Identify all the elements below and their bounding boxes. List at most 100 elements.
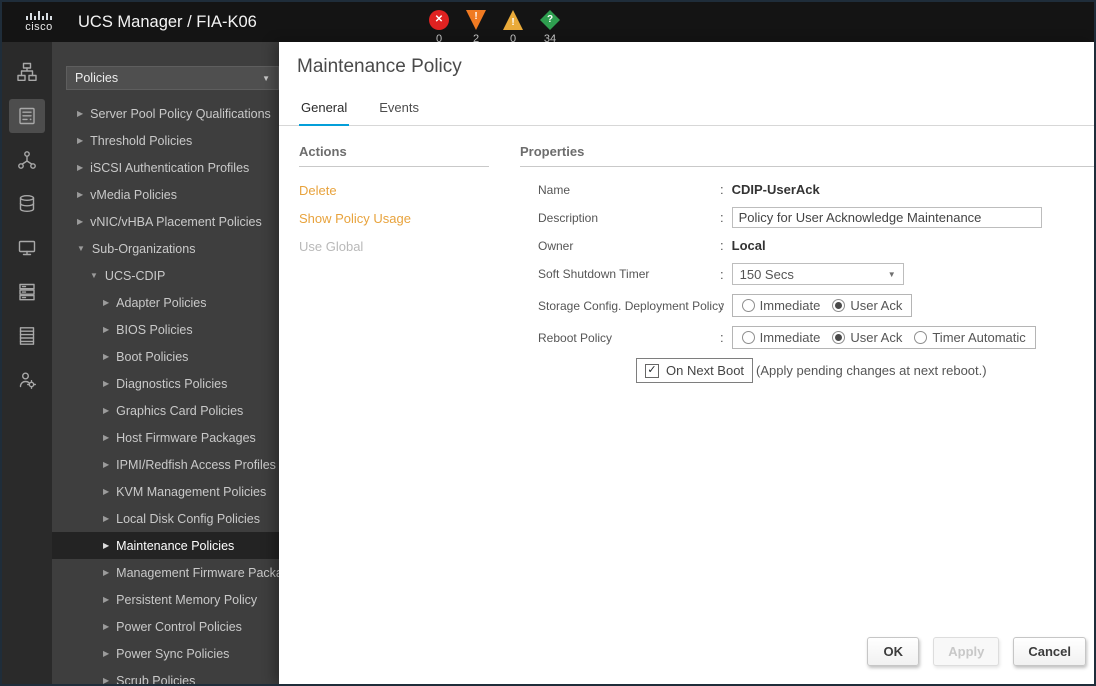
chevron-right-icon[interactable]: ▶ [103, 595, 109, 604]
tree-item-label: IPMI/Redfish Access Profiles [116, 457, 276, 472]
tree-item-maintenance-policies[interactable]: ▶ Maintenance Policies [52, 532, 279, 559]
tree-item-label: Graphics Card Policies [116, 403, 244, 418]
radio-icon [914, 331, 928, 344]
chevron-right-icon[interactable]: ▶ [103, 406, 109, 415]
name-row: Name : CDIP-UserAck [538, 181, 1094, 198]
actions-section: Actions Delete Show Policy Usage Use Glo… [299, 144, 520, 392]
tree-item-kvm-management-policies[interactable]: ▶ KVM Management Policies [52, 478, 279, 505]
critical-fault-icon[interactable]: ✕ [429, 10, 449, 30]
description-row: Description : [538, 207, 1094, 228]
delete-link[interactable]: Delete [299, 183, 520, 198]
tree-item-label: Diagnostics Policies [116, 376, 228, 391]
checkbox-icon[interactable]: ✓ [645, 363, 659, 378]
nav-san-icon[interactable] [9, 187, 45, 221]
colon: : [720, 238, 724, 253]
properties-section: Properties Name : CDIP-UserAck Descripti… [520, 144, 1094, 392]
colon: : [720, 182, 724, 197]
chevron-right-icon[interactable]: ▶ [103, 622, 109, 631]
chevron-right-icon[interactable]: ▶ [77, 190, 83, 199]
chevron-right-icon[interactable]: ▶ [103, 352, 109, 361]
on-next-boot-checkbox[interactable]: ✓ On Next Boot [636, 358, 754, 383]
radio-option-immediate[interactable]: Immediate [741, 330, 820, 345]
tree-item-management-firmware-packages[interactable]: ▶ Management Firmware Packages [52, 559, 279, 586]
tree-item-local-disk-config-policies[interactable]: ▶ Local Disk Config Policies [52, 505, 279, 532]
tree-item-ucs-cdip[interactable]: ▼ UCS-CDIP [52, 262, 279, 289]
chevron-right-icon[interactable]: ▶ [103, 460, 109, 469]
chevron-right-icon[interactable]: ▶ [77, 217, 83, 226]
chevron-right-icon[interactable]: ▶ [103, 379, 109, 388]
description-input[interactable] [731, 207, 1042, 228]
tree-item-scrub-policies[interactable]: ▶ Scrub Policies [52, 667, 279, 685]
reboot-policy-label: Reboot Policy [538, 330, 613, 345]
tree-item-boot-policies[interactable]: ▶ Boot Policies [52, 343, 279, 370]
tree-item-label: iSCSI Authentication Profiles [90, 160, 250, 175]
nav-chassis-icon[interactable] [9, 319, 45, 353]
nav-servers-icon[interactable] [9, 99, 45, 133]
soft-shutdown-timer-select[interactable]: 150 Secs ▼ [731, 263, 904, 285]
major-fault-icon[interactable]: ! [466, 10, 486, 30]
chevron-right-icon[interactable]: ▶ [77, 163, 83, 172]
owner-row: Owner : Local [538, 237, 1094, 254]
chevron-right-icon[interactable]: ▶ [103, 649, 109, 658]
tab-events[interactable]: Events [377, 94, 421, 125]
tree-item-label: Power Sync Policies [116, 646, 230, 661]
tree-item-label: vNIC/vHBA Placement Policies [90, 214, 262, 229]
chevron-down-icon[interactable]: ▼ [90, 271, 98, 280]
chevron-right-icon[interactable]: ▶ [103, 541, 109, 550]
tab-general[interactable]: General [299, 94, 350, 126]
properties-rows: Name : CDIP-UserAck Description : Owner … [520, 167, 1094, 383]
chevron-right-icon[interactable]: ▶ [103, 298, 109, 307]
colon: : [720, 298, 724, 313]
name-value: CDIP-UserAck [731, 182, 820, 197]
tree-item-power-sync-policies[interactable]: ▶ Power Sync Policies [52, 640, 279, 667]
maintenance-policy-dialog: Maintenance Policy General Events Action… [279, 42, 1094, 684]
ok-button[interactable]: OK [867, 637, 920, 666]
chevron-right-icon[interactable]: ▶ [103, 514, 109, 523]
nav-lan-icon[interactable] [9, 143, 45, 177]
chevron-right-icon[interactable]: ▶ [103, 676, 109, 684]
radio-option-user-ack[interactable]: User Ack [832, 298, 902, 313]
chevron-down-icon[interactable]: ▼ [77, 244, 85, 253]
tree-item-vnic-vhba-placement-policies[interactable]: ▶ vNIC/vHBA Placement Policies [52, 208, 279, 235]
nav-equipment-icon[interactable] [9, 55, 45, 89]
nav-storage-icon[interactable] [9, 275, 45, 309]
policies-filter-dropdown[interactable]: Policies ▼ [66, 66, 279, 90]
tree-item-label: Local Disk Config Policies [116, 511, 260, 526]
tree-item-diagnostics-policies[interactable]: ▶ Diagnostics Policies [52, 370, 279, 397]
owner-label: Owner [538, 238, 574, 253]
radio-option-timer-automatic[interactable]: Timer Automatic [914, 330, 1026, 345]
tree-item-threshold-policies[interactable]: ▶ Threshold Policies [52, 127, 279, 154]
info-fault-icon[interactable]: ? [540, 10, 560, 30]
tree-item-graphics-card-policies[interactable]: ▶ Graphics Card Policies [52, 397, 279, 424]
tree-item-ipmi-redfish-access-profiles[interactable]: ▶ IPMI/Redfish Access Profiles [52, 451, 279, 478]
use-global-link: Use Global [299, 239, 364, 254]
tree-item-host-firmware-packages[interactable]: ▶ Host Firmware Packages [52, 424, 279, 451]
soft-shutdown-timer-value: 150 Secs [739, 266, 794, 282]
apply-button[interactable]: Apply [933, 637, 1000, 666]
tree-item-server-pool-policy-qualifications[interactable]: ▶ Server Pool Policy Qualifications [52, 100, 279, 127]
tree-item-bios-policies[interactable]: ▶ BIOS Policies [52, 316, 279, 343]
tree-item-sub-organizations[interactable]: ▼ Sub-Organizations [52, 235, 279, 262]
chevron-right-icon[interactable]: ▶ [103, 568, 109, 577]
chevron-right-icon[interactable]: ▶ [77, 136, 83, 145]
tree-item-persistent-memory-policy[interactable]: ▶ Persistent Memory Policy [52, 586, 279, 613]
cisco-logo: cisco [14, 11, 64, 33]
nav-vm-icon[interactable] [9, 231, 45, 265]
tree-item-adapter-policies[interactable]: ▶ Adapter Policies [52, 289, 279, 316]
tree-item-iscsi-authentication-profiles[interactable]: ▶ iSCSI Authentication Profiles [52, 154, 279, 181]
cancel-button[interactable]: Cancel [1013, 637, 1086, 666]
tree-item-power-control-policies[interactable]: ▶ Power Control Policies [52, 613, 279, 640]
tree-item-vmedia-policies[interactable]: ▶ vMedia Policies [52, 181, 279, 208]
radio-selected-icon [832, 331, 846, 344]
nav-admin-icon[interactable] [9, 363, 45, 397]
chevron-right-icon[interactable]: ▶ [103, 487, 109, 496]
chevron-right-icon[interactable]: ▶ [103, 325, 109, 334]
tree-item-label: UCS-CDIP [104, 268, 166, 283]
chevron-right-icon[interactable]: ▶ [77, 109, 83, 118]
soft-shutdown-label: Soft Shutdown Timer [538, 267, 650, 281]
radio-option-user-ack[interactable]: User Ack [832, 330, 902, 345]
minor-fault-icon[interactable]: ! [503, 10, 523, 30]
chevron-right-icon[interactable]: ▶ [103, 433, 109, 442]
show-policy-usage-link[interactable]: Show Policy Usage [299, 211, 520, 226]
radio-option-immediate[interactable]: Immediate [741, 298, 820, 313]
